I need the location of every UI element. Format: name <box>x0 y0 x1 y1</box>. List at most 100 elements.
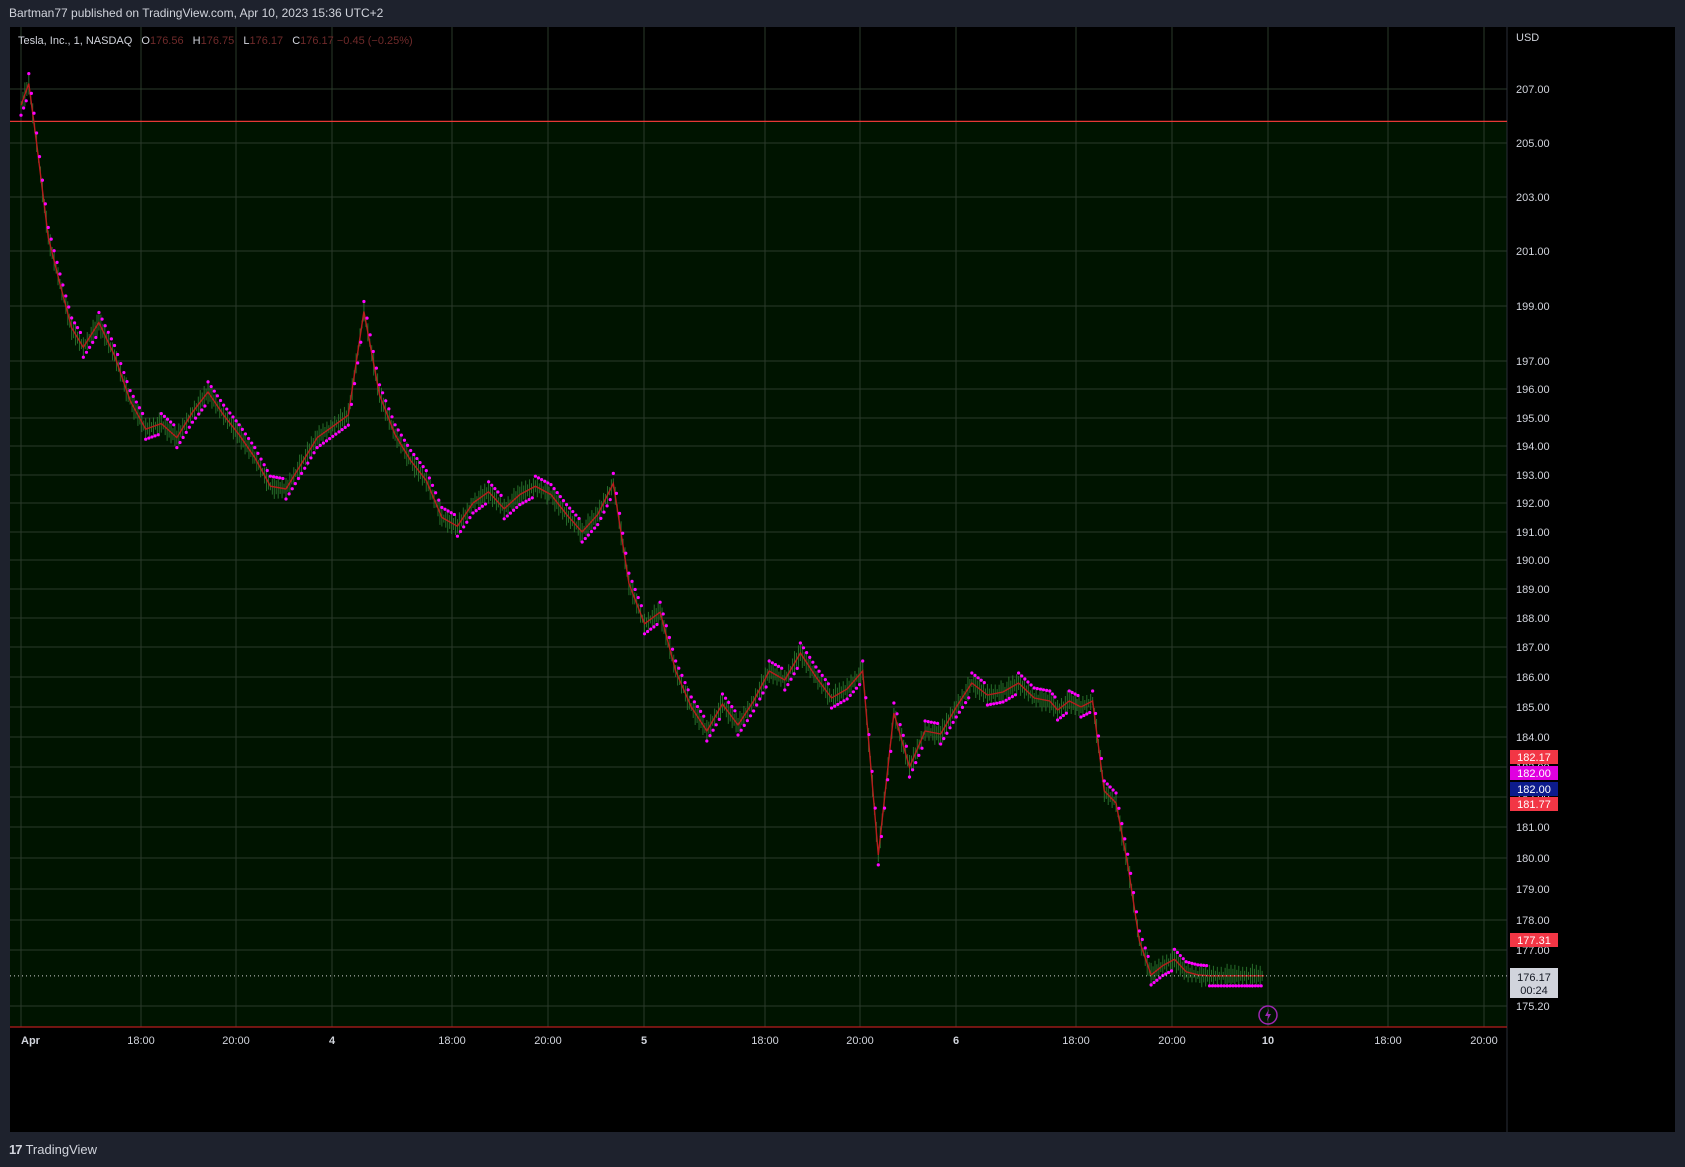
price-label-text: 181.77 <box>1517 799 1551 811</box>
sar-dot <box>901 733 905 738</box>
legend-symbol: Tesla, Inc., 1, NASDAQ <box>18 35 133 47</box>
sar-dot <box>299 471 304 475</box>
sar-dot <box>624 551 628 555</box>
sar-dot <box>652 625 656 629</box>
sar-dot <box>836 702 840 707</box>
tradingview-brand: TradingView <box>25 1142 98 1157</box>
sar-dot <box>1202 963 1206 967</box>
sar-dot <box>636 595 640 600</box>
sar-dot <box>1253 984 1257 988</box>
legend-close-value: 176.17 <box>300 35 334 47</box>
sar-dot <box>1256 984 1260 988</box>
legend-low-value: 176.17 <box>249 35 284 47</box>
sar-dot <box>758 697 762 701</box>
sar-dot <box>773 663 778 667</box>
tradingview-logo[interactable]: 17 TradingView <box>9 1142 97 1157</box>
sar-dot <box>745 719 749 723</box>
sar-dot <box>1079 715 1083 719</box>
sar-dot <box>1146 954 1150 959</box>
sar-dot <box>886 778 890 782</box>
sar-dot <box>268 474 272 478</box>
sar-dot <box>1007 696 1011 701</box>
sar-dot <box>1131 891 1136 895</box>
x-tick-label: 20:00 <box>1470 1035 1498 1047</box>
sar-dot <box>1237 984 1241 988</box>
sar-dot <box>702 714 706 718</box>
sar-dot <box>172 423 176 427</box>
sar-dot <box>483 502 488 506</box>
sar-dot <box>677 666 681 670</box>
sar-dot <box>328 437 332 441</box>
sar-dot <box>465 520 469 524</box>
sar-dot <box>1129 871 1133 876</box>
sar-dot <box>434 491 438 495</box>
sar-dot <box>471 511 475 515</box>
sar-dot <box>1035 687 1039 691</box>
sar-dot <box>1126 852 1130 856</box>
sar-dot <box>599 516 603 520</box>
sar-dot <box>234 419 238 423</box>
sar-dot <box>290 487 294 491</box>
sar-dot <box>783 688 787 692</box>
price-chart[interactable]: 207.00 205.00 203.00 201.00 199.00 197.00 196.… <box>10 27 1675 1132</box>
sar-dot <box>552 487 556 491</box>
sar-dot <box>805 651 809 655</box>
sar-dot <box>178 440 182 445</box>
sar-dot <box>1070 690 1074 695</box>
sar-dot <box>680 673 684 678</box>
sar-dot <box>596 523 600 527</box>
price-label-text: 182.00 <box>1517 784 1551 796</box>
sar-dot <box>396 428 400 432</box>
sar-dot <box>689 695 693 699</box>
sar-dot <box>1117 806 1121 810</box>
sar-dot <box>851 690 855 694</box>
sar-dot <box>583 536 587 541</box>
sar-dot <box>1050 692 1054 696</box>
sar-dot <box>577 516 581 521</box>
sar-dot <box>705 739 709 743</box>
sar-dot <box>134 400 138 404</box>
sar-dot <box>988 702 993 707</box>
sar-dot <box>412 452 416 457</box>
sar-dot <box>169 420 173 424</box>
sar-dot <box>1029 683 1033 687</box>
sar-dot <box>817 669 821 673</box>
sar-dot <box>527 497 531 502</box>
sar-dot <box>262 463 266 467</box>
x-tick-label: 20:00 <box>1158 1035 1186 1047</box>
sar-dot <box>748 714 753 718</box>
sar-dot <box>49 237 53 241</box>
sar-dot <box>34 131 39 135</box>
sar-dot <box>630 579 634 583</box>
sar-dot <box>776 664 781 669</box>
sar-dot <box>458 529 463 534</box>
sar-dot <box>384 399 388 403</box>
sar-dot <box>324 439 329 443</box>
sar-dot <box>119 361 123 366</box>
y-tick-label: 192.00 <box>1516 498 1550 510</box>
sar-dot <box>730 705 734 709</box>
sar-dot <box>664 624 668 628</box>
sar-dot <box>340 428 344 432</box>
y-tick-label: 195.00 <box>1516 413 1550 425</box>
sar-dot <box>246 436 251 441</box>
countdown-text: 00:24 <box>1520 985 1548 997</box>
sar-dot <box>197 412 201 416</box>
sar-dot <box>617 511 622 515</box>
sar-dot <box>695 705 700 709</box>
sar-dot <box>739 728 743 732</box>
sar-dot <box>284 497 288 501</box>
price-label-text: 182.00 <box>1517 768 1551 780</box>
sar-dot <box>536 476 541 480</box>
sar-dot <box>889 749 893 753</box>
sar-dot <box>52 249 56 253</box>
sar-dot <box>998 701 1002 705</box>
sar-dot <box>895 712 899 716</box>
sar-dot <box>964 701 968 705</box>
sar-dot <box>829 706 834 710</box>
sar-dot <box>271 475 276 479</box>
sar-dot <box>374 366 378 370</box>
sar-dot <box>1076 693 1080 698</box>
sar-dot <box>259 457 263 461</box>
chart-area[interactable]: 207.00 205.00 203.00 201.00 199.00 197.00 196.… <box>10 27 1675 1132</box>
